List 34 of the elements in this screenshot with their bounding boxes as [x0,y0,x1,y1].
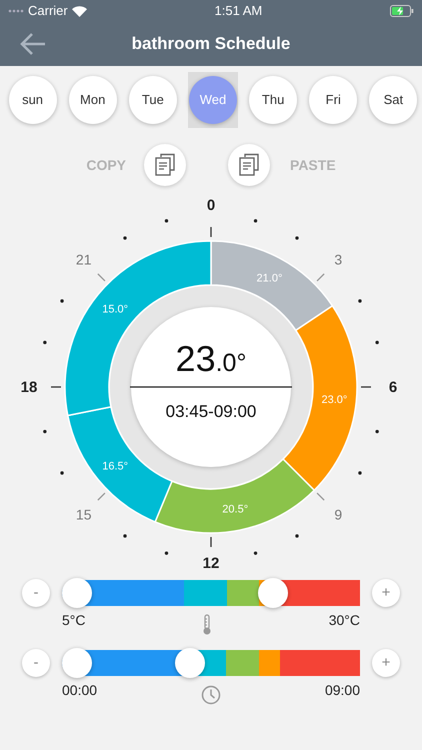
segment-temperature: 15.0° [102,303,128,316]
segment-temperature: 20.5° [222,504,248,516]
minus-button[interactable]: - [22,649,50,677]
hour-label: 18 [20,379,38,396]
hour-label: 21 [76,252,92,268]
day-button[interactable]: Tue [128,76,177,124]
hour-label: 12 [202,555,220,572]
plus-button[interactable]: + [372,579,400,607]
hour-label: 3 [334,252,342,268]
day-button[interactable]: Fri [309,76,358,124]
segment-temperature: 21.0° [256,272,282,285]
hour-label: 6 [388,379,398,396]
segment-temperature: 16.5° [102,460,128,473]
hour-label: 15 [76,506,92,522]
segment-temperature: 23.0° [322,394,348,406]
paste-label: PASTE [290,156,336,174]
day-button[interactable]: sun [8,76,57,124]
range-max-label: 30°C [328,611,360,630]
range-min-label: 5°C [62,611,86,630]
day-button[interactable]: Mon [68,76,117,124]
plus-button[interactable]: + [372,649,400,677]
screen-title: bathroom Schedule [132,33,290,56]
minus-button[interactable]: - [22,579,50,607]
day-button[interactable]: Sat [369,76,418,124]
current-temperature: 23.0° [176,338,246,379]
day-button[interactable]: Thu [249,76,298,124]
carrier-name: Carrier [28,2,68,20]
hour-label: 0 [206,197,216,214]
status-time: 1:51 AM [214,3,262,18]
time-range: 03:45-09:00 [166,402,256,421]
hour-label: 9 [334,506,342,522]
range-min-label: 00:00 [62,681,98,700]
copy-label: COPY [86,156,126,174]
range-max-label: 09:00 [324,681,360,700]
